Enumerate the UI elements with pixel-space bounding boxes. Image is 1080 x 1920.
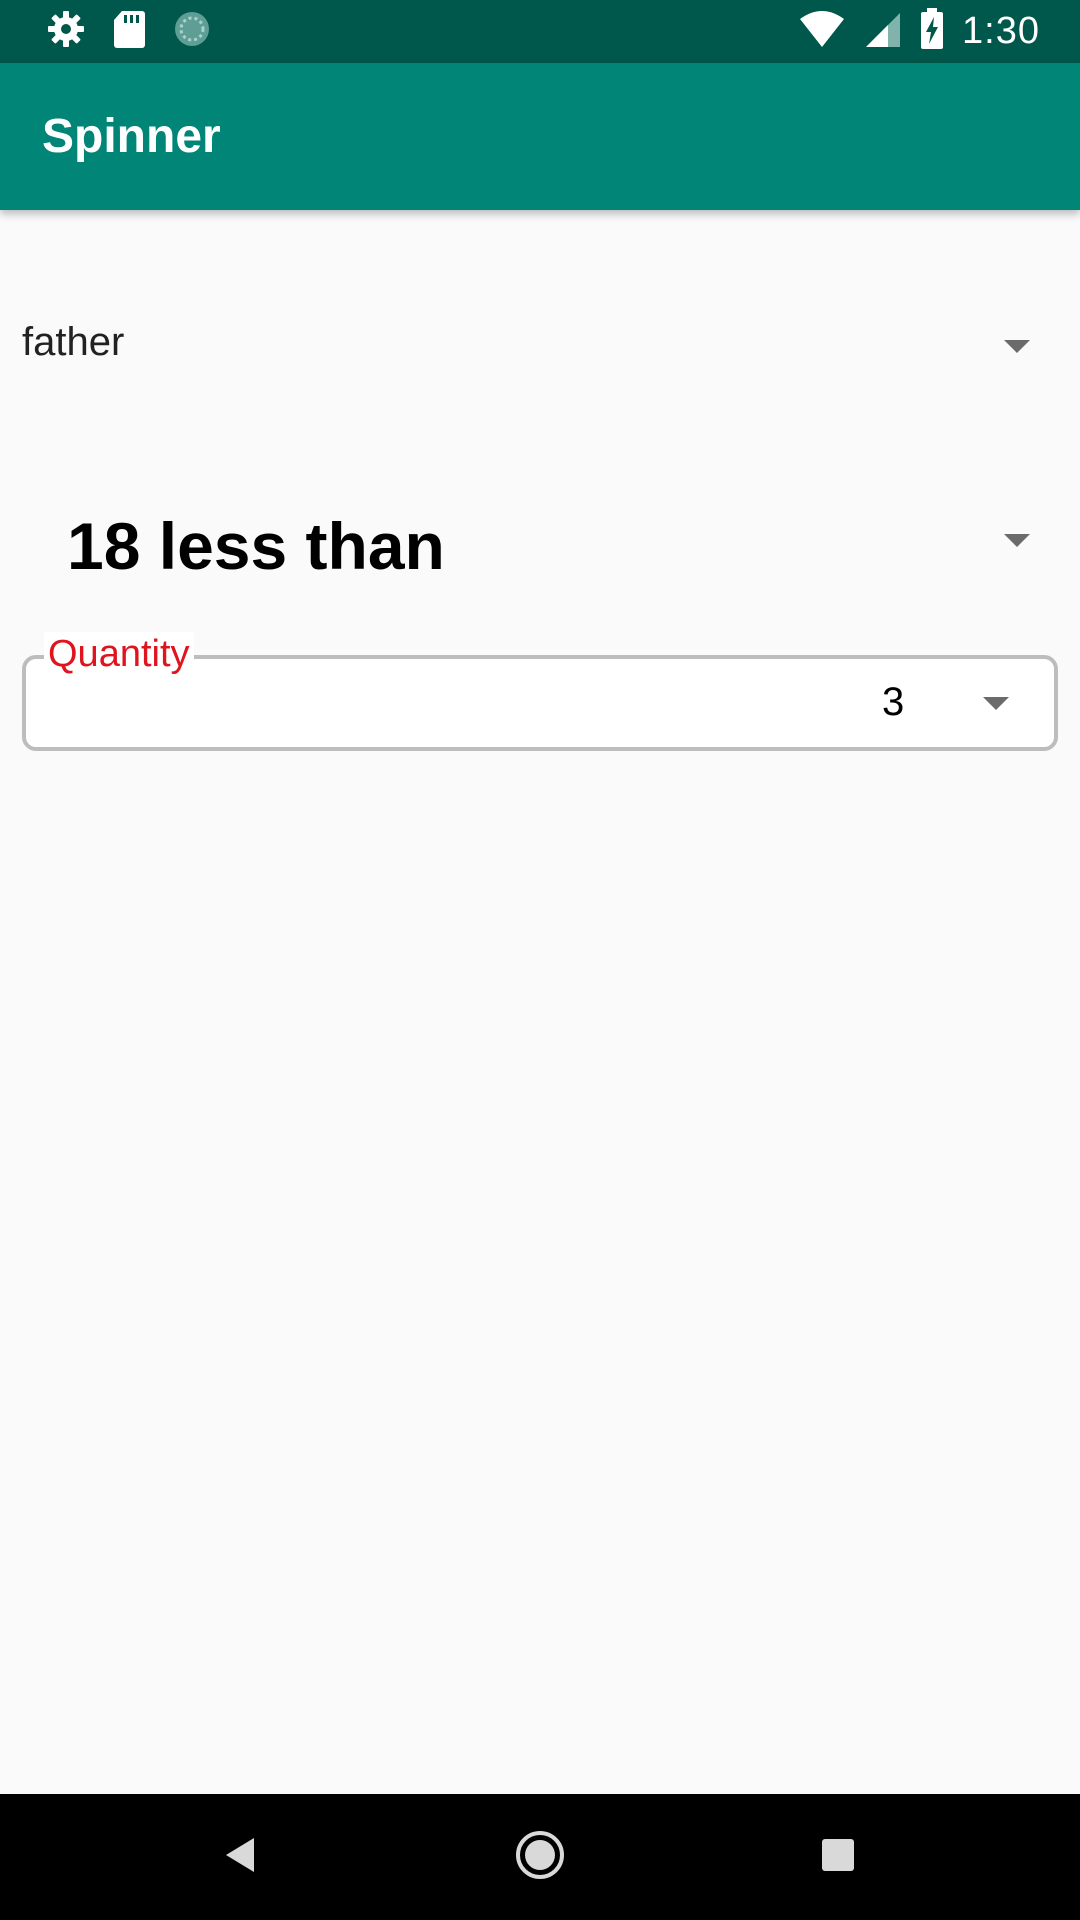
- chevron-down-icon: [983, 697, 1009, 710]
- back-icon: [222, 1835, 258, 1880]
- navigation-bar: [0, 1794, 1080, 1920]
- age-spinner[interactable]: 18 less than: [0, 480, 1080, 600]
- app-title: Spinner: [42, 110, 221, 163]
- status-time: 1:30: [962, 10, 1040, 52]
- chevron-down-icon: [1004, 534, 1030, 547]
- battery-charging-icon: [920, 8, 944, 55]
- home-icon: [514, 1829, 566, 1886]
- signal-icon: [864, 9, 902, 54]
- wifi-icon: [798, 9, 846, 54]
- home-button[interactable]: [500, 1794, 580, 1920]
- relation-spinner-value: father: [22, 320, 125, 364]
- status-bar: 1:30: [0, 0, 1080, 63]
- back-button[interactable]: [200, 1794, 280, 1920]
- age-spinner-value: 18 less than: [67, 509, 445, 583]
- sd-card-icon: [112, 9, 146, 54]
- status-right-icons: 1:30: [798, 0, 1040, 63]
- quantity-spinner-value: 3: [882, 680, 905, 724]
- quantity-label: Quantity: [44, 632, 194, 676]
- gear-icon: [46, 9, 86, 54]
- chevron-down-icon: [1004, 340, 1030, 353]
- sync-icon: [172, 9, 212, 54]
- status-left-icons: [46, 0, 212, 63]
- relation-spinner[interactable]: father: [0, 280, 1080, 415]
- recents-button[interactable]: [798, 1794, 878, 1920]
- recents-icon: [820, 1837, 856, 1878]
- app-bar: Spinner: [0, 63, 1080, 210]
